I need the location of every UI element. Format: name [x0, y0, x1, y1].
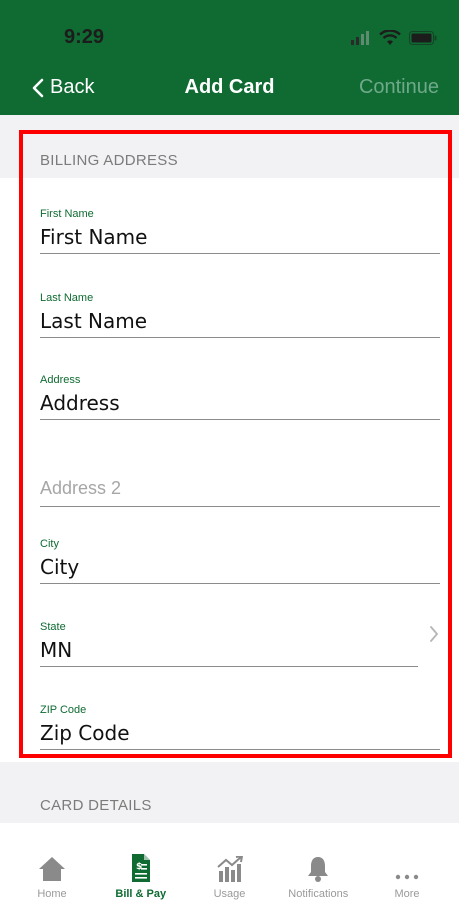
- back-button[interactable]: Back: [32, 76, 94, 99]
- tab-home[interactable]: Home: [12, 852, 92, 911]
- state-select[interactable]: MN: [40, 638, 418, 664]
- more-dots-icon: [395, 874, 419, 880]
- battery-icon: [409, 31, 437, 45]
- last-name-label: Last Name: [40, 292, 94, 304]
- svg-text:$: $: [136, 862, 142, 872]
- first-name-underline: [40, 253, 440, 254]
- first-name-field[interactable]: First Name First Name: [40, 208, 440, 254]
- tab-bill-pay[interactable]: $ Bill & Pay: [101, 852, 181, 911]
- tab-bill-pay-label: Bill & Pay: [115, 888, 167, 900]
- zip-code-field[interactable]: ZIP Code Zip Code: [40, 704, 440, 750]
- state-field[interactable]: State MN: [40, 621, 418, 667]
- tab-bar: Home $ Bill & Pay Usage Notifications Mo…: [0, 852, 459, 911]
- tab-more[interactable]: More: [367, 852, 447, 911]
- home-icon: [39, 857, 65, 881]
- city-input[interactable]: City: [40, 555, 440, 581]
- tab-more-label: More: [394, 888, 420, 900]
- state-label: State: [40, 621, 66, 633]
- card-details-section-title: CARD DETAILS: [40, 797, 152, 814]
- state-underline: [40, 666, 418, 667]
- city-underline: [40, 583, 440, 584]
- status-time: 9:29: [64, 26, 105, 48]
- usage-chart-icon: [216, 856, 243, 882]
- last-name-underline: [40, 337, 440, 338]
- tab-notifications[interactable]: Notifications: [278, 852, 358, 911]
- last-name-field[interactable]: Last Name Last Name: [40, 292, 440, 338]
- chevron-right-icon[interactable]: [429, 625, 439, 643]
- address-2-input[interactable]: Address 2: [40, 478, 440, 504]
- back-label: Back: [50, 76, 95, 98]
- signal-icon: [351, 31, 369, 45]
- first-name-label: First Name: [40, 208, 94, 220]
- continue-button[interactable]: Continue: [359, 76, 439, 99]
- zip-code-label: ZIP Code: [40, 704, 87, 716]
- address-field[interactable]: Address Address: [40, 374, 440, 420]
- status-icons: [351, 30, 437, 46]
- nav-bar: Back Add Card Continue: [0, 70, 459, 110]
- zip-code-input[interactable]: Zip Code: [40, 721, 440, 747]
- address-underline: [40, 419, 440, 420]
- zip-code-underline: [40, 749, 440, 750]
- city-label: City: [40, 538, 59, 550]
- address-label: Address: [40, 374, 81, 386]
- chevron-left-icon: [32, 78, 44, 97]
- tab-notifications-label: Notifications: [288, 888, 349, 900]
- first-name-input[interactable]: First Name: [40, 225, 440, 251]
- bell-icon: [308, 857, 329, 882]
- address-2-label: [40, 461, 440, 475]
- address-input[interactable]: Address: [40, 391, 440, 417]
- tab-home-label: Home: [37, 888, 67, 900]
- city-field[interactable]: City City: [40, 538, 440, 584]
- app-header: 9:29 Back Add Card Continue: [0, 0, 459, 115]
- billing-section-title: BILLING ADDRESS: [40, 152, 178, 169]
- tab-usage-label: Usage: [213, 888, 246, 900]
- address-2-underline: [40, 506, 440, 507]
- wifi-icon: [379, 30, 401, 45]
- tab-usage[interactable]: Usage: [190, 852, 270, 911]
- last-name-input[interactable]: Last Name: [40, 309, 440, 335]
- bill-icon: $: [131, 854, 150, 882]
- address-2-field[interactable]: Address 2: [40, 461, 440, 507]
